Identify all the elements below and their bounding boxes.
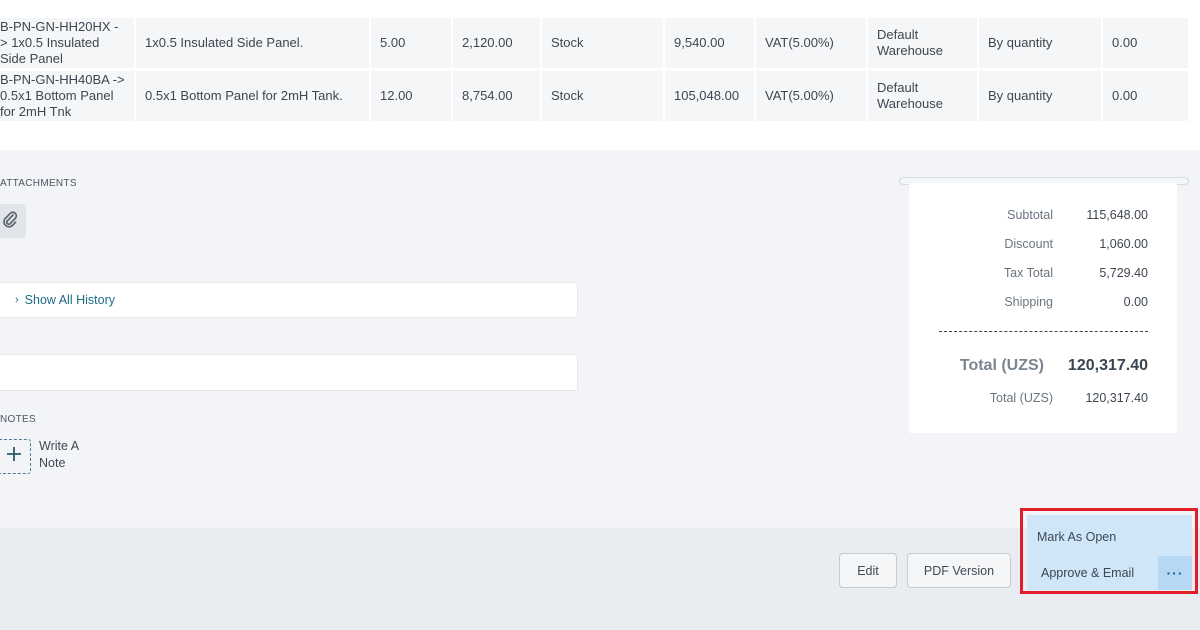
tax-cell[interactable]: VAT(5.00%) [756, 18, 868, 68]
table-row[interactable]: B-PN-GN-HH20HX -> 1x0.5 Insulated Side P… [0, 18, 1188, 68]
line-items-table: B-PN-GN-HH20HX -> 1x0.5 Insulated Side P… [0, 0, 1200, 150]
amount-cell: 9,540.00 [665, 18, 756, 68]
more-options-button[interactable]: ··· [1158, 556, 1192, 590]
rate-cell[interactable]: 2,120.00 [453, 18, 542, 68]
edit-button[interactable]: Edit [839, 553, 897, 588]
item-name-cell[interactable]: B-PN-GN-HH20HX -> 1x0.5 Insulated Side P… [0, 18, 136, 68]
item-name-cell[interactable]: B-PN-GN-HH40BA -> 0.5x1 Bottom Panel for… [0, 71, 136, 121]
attachments-label: ATTACHMENTS [0, 178, 77, 189]
grand-total-label: Total (UZS) [959, 357, 1044, 374]
tax-total-label: Tax Total [1003, 266, 1053, 280]
warehouse-cell[interactable]: Default Warehouse [868, 18, 979, 68]
description-cell[interactable]: 0.5x1 Bottom Panel for 2mH Tank. [136, 71, 371, 121]
discount-cell[interactable]: 0.00 [1103, 18, 1188, 68]
discount-type-cell[interactable]: By quantity [979, 71, 1103, 121]
action-dropdown: Mark As Open Approve & Email ··· [1027, 515, 1192, 590]
comment-input[interactable] [0, 354, 578, 391]
tax-cell[interactable]: VAT(5.00%) [756, 71, 868, 121]
receipt-scalloped-edge [909, 426, 1177, 433]
discount-value: 1,060.00 [1099, 237, 1148, 251]
type-cell: Stock [542, 18, 665, 68]
mark-as-open-option[interactable]: Mark As Open [1037, 530, 1116, 544]
total-currency-value: 120,317.40 [1085, 391, 1148, 405]
ellipsis-icon: ··· [1166, 565, 1184, 581]
subtotal-value: 115,648.00 [1086, 208, 1148, 222]
grand-total-value: 120,317.40 [1067, 357, 1148, 374]
approve-email-button[interactable]: Approve & Email [1041, 566, 1134, 580]
discount-label: Discount [1004, 237, 1053, 251]
discount-cell[interactable]: 0.00 [1103, 71, 1188, 121]
total-currency-label: Total (UZS) [989, 391, 1053, 405]
totals-summary: Subtotal 115,648.00 Discount 1,060.00 Ta… [909, 183, 1177, 433]
plus-icon [6, 446, 22, 467]
description-cell[interactable]: 1x0.5 Insulated Side Panel. [136, 18, 371, 68]
show-history-toggle[interactable]: › Show All History [0, 282, 578, 318]
amount-cell: 105,048.00 [665, 71, 756, 121]
table-row[interactable]: B-PN-GN-HH40BA -> 0.5x1 Bottom Panel for… [0, 71, 1188, 121]
quantity-cell[interactable]: 12.00 [371, 71, 453, 121]
quantity-cell[interactable]: 5.00 [371, 18, 453, 68]
pdf-version-button[interactable]: PDF Version [907, 553, 1011, 588]
highlighted-action-menu: Mark As Open Approve & Email ··· [1020, 508, 1198, 594]
warehouse-cell[interactable]: Default Warehouse [868, 71, 979, 121]
paperclip-icon [2, 210, 18, 233]
notes-label: NOTES [0, 414, 36, 425]
attach-file-button[interactable] [0, 204, 26, 238]
discount-type-cell[interactable]: By quantity [979, 18, 1103, 68]
type-cell: Stock [542, 71, 665, 121]
add-note-button[interactable] [0, 439, 31, 474]
subtotal-label: Subtotal [1007, 208, 1053, 222]
tax-total-value: 5,729.40 [1099, 266, 1148, 280]
chevron-right-icon: › [15, 294, 19, 306]
rate-cell[interactable]: 8,754.00 [453, 71, 542, 121]
show-history-label: Show All History [24, 293, 115, 307]
divider [939, 331, 1148, 332]
write-note-label[interactable]: Write A Note [39, 438, 89, 472]
shipping-label: Shipping [1004, 295, 1053, 309]
shipping-value: 0.00 [1123, 295, 1148, 309]
